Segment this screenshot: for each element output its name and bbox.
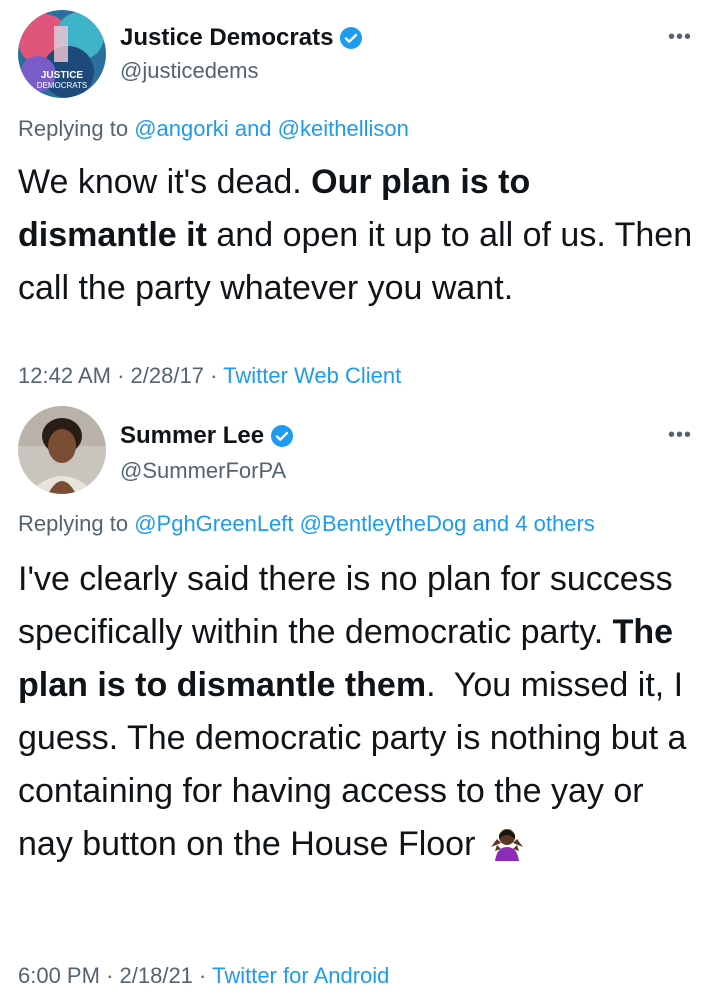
mention-link[interactable]: @angorki <box>134 116 229 141</box>
replying-and[interactable]: and <box>472 511 509 536</box>
tweet-text-part: I've clearly said there is no plan for s… <box>18 560 673 651</box>
tweet-client[interactable]: Twitter Web Client <box>223 363 401 388</box>
tweet-justice-democrats[interactable]: JUSTICE DEMOCRATS Justice Democrats @jus… <box>0 0 710 398</box>
verified-badge-icon <box>339 26 363 50</box>
author-handle[interactable]: @SummerForPA <box>120 458 286 484</box>
meta-dot: · <box>106 963 114 988</box>
replying-others[interactable]: 4 others <box>515 511 595 536</box>
svg-text:JUSTICE: JUSTICE <box>41 70 84 81</box>
replying-prefix: Replying to <box>18 116 129 141</box>
tweet-meta: 12:42 AM · 2/28/17 · Twitter Web Client <box>18 363 401 389</box>
meta-dot: · <box>199 963 207 988</box>
replying-to: Replying to @angorki and @keithellison <box>18 116 409 142</box>
meta-dot: · <box>210 363 218 388</box>
tweet-text: We know it's dead. Our plan is to disman… <box>18 156 696 315</box>
tweet-date[interactable]: 2/28/17 <box>131 363 204 388</box>
replying-to: Replying to @PghGreenLeft @BentleytheDog… <box>18 511 595 537</box>
more-options-icon[interactable]: ••• <box>668 425 692 445</box>
author-handle[interactable]: @justicedems <box>120 58 259 84</box>
tweet-time[interactable]: 6:00 PM <box>18 963 100 988</box>
meta-dot: · <box>117 363 125 388</box>
display-name[interactable]: Justice Democrats <box>120 24 333 52</box>
author-name-row[interactable]: Justice Democrats <box>120 24 363 52</box>
avatar-justice-democrats[interactable]: JUSTICE DEMOCRATS <box>18 10 106 98</box>
tweet-text: I've clearly said there is no plan for s… <box>18 553 696 877</box>
replying-and[interactable]: and <box>235 116 272 141</box>
tweet-text-part: We know it's dead. <box>18 163 302 201</box>
tweet-time[interactable]: 12:42 AM <box>18 363 111 388</box>
verified-badge-icon <box>270 424 294 448</box>
tweet-summer-lee[interactable]: Summer Lee @SummerForPA ••• Replying to … <box>0 398 710 1005</box>
author-name-row[interactable]: Summer Lee <box>120 422 294 450</box>
replying-prefix: Replying to <box>18 511 129 536</box>
svg-text:DEMOCRATS: DEMOCRATS <box>37 81 88 90</box>
tweet-client[interactable]: Twitter for Android <box>212 963 389 988</box>
tweet-date[interactable]: 2/18/21 <box>120 963 193 988</box>
mention-link[interactable]: @keithellison <box>278 116 409 141</box>
more-options-icon[interactable]: ••• <box>668 27 692 47</box>
tweet-meta: 6:00 PM · 2/18/21 · Twitter for Android <box>18 963 389 989</box>
mention-link[interactable]: @PghGreenLeft <box>134 511 293 536</box>
mention-link[interactable]: @BentleytheDog <box>300 511 467 536</box>
woman-shrugging-emoji-icon <box>489 824 525 877</box>
display-name[interactable]: Summer Lee <box>120 422 264 450</box>
avatar-summer-lee[interactable] <box>18 406 106 494</box>
